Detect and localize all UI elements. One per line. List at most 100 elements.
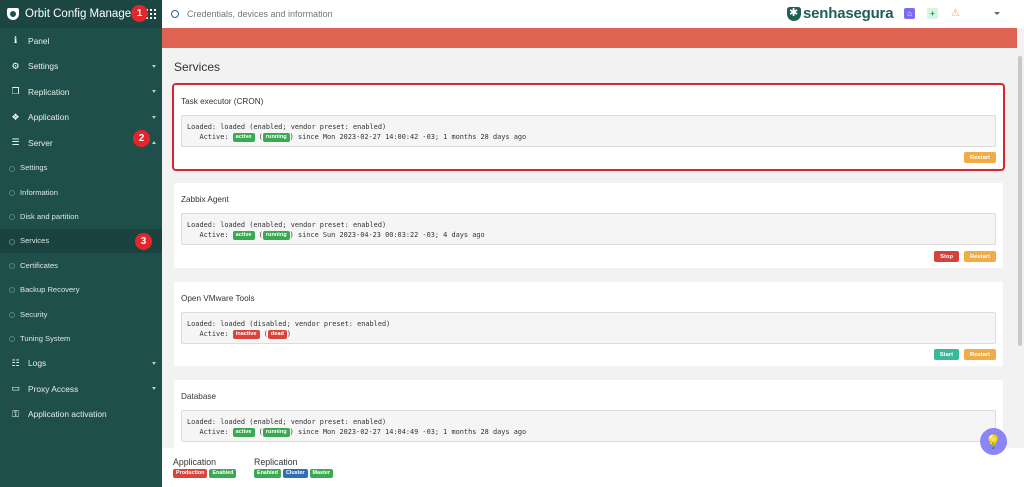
sidebar-item-logs[interactable]: ☷ Logs (0, 351, 162, 377)
brand-name: senhasegura (803, 5, 894, 22)
sidebar-subitem-label: Information (20, 187, 58, 197)
sidebar-nav-bottom: ☷ Logs ▭ Proxy Access ⚿ Application acti… (0, 351, 162, 428)
service-name: Open VMware Tools (181, 294, 255, 303)
sidebar-subitem-settings[interactable]: Settings (0, 156, 162, 180)
app-window: Orbit Config Manager ℹ Panel ⚙ Settings … (0, 0, 1024, 487)
chevron-down-icon (152, 387, 156, 391)
sidebar-subitem-label: Security (20, 309, 48, 319)
service-card: Database Loaded: loaded (enabled; vendor… (174, 380, 1003, 452)
plus-icon[interactable]: + (927, 8, 938, 19)
service-card: Open VMware Tools Loaded: loaded (disabl… (174, 282, 1003, 366)
start-button[interactable]: Start (933, 349, 960, 360)
since-text: since Sun 2023-04-23 00:03:22 -03; 4 day… (293, 231, 485, 239)
restart-button[interactable]: Restart (964, 251, 996, 262)
sidebar-item-application-activation[interactable]: ⚿ Application activation (0, 402, 162, 428)
state-badge: active (232, 428, 255, 437)
sidebar-item-label: Application activation (28, 409, 107, 420)
sidebar-subitem-label: Settings (20, 163, 48, 173)
active-label: Active: (199, 330, 233, 338)
sidebar-item-settings[interactable]: ⚙ Settings (0, 54, 162, 80)
cogs-icon: ⚙ (11, 60, 20, 71)
status-badge: Enabled (209, 469, 237, 478)
footer-replication-group: Replication Enabled Cluster Master (254, 457, 333, 478)
restart-button[interactable]: Restart (964, 349, 996, 360)
state-badge: active (232, 231, 255, 240)
footer-application-group: Application Production Enabled (173, 457, 237, 478)
service-actions: Start Restart (933, 349, 996, 360)
user-menu-chevron-icon[interactable] (994, 12, 1000, 15)
state-badge: active (232, 133, 255, 142)
annotation-badge-2: 2 (133, 130, 150, 147)
service-actions: Restart (964, 152, 996, 163)
sidebar-subitem-disk-partition[interactable]: Disk and partition (0, 204, 162, 228)
chevron-down-icon (152, 361, 156, 365)
status-badge: Cluster (282, 469, 308, 478)
warning-icon[interactable]: ⚠ (950, 8, 961, 19)
since-text: since Mon 2023-02-27 14:04:49 -03; 1 mon… (293, 428, 527, 436)
sidebar-item-application[interactable]: ❖ Application (0, 105, 162, 131)
main-content: Services Task executor (CRON) Loaded: lo… (162, 28, 1024, 487)
service-actions: Stop Restart (934, 251, 996, 262)
service-status-console: Loaded: loaded (disabled; vendor preset:… (181, 312, 996, 344)
server-icon: ☰ (11, 137, 20, 148)
footer-application-label: Application (173, 457, 217, 467)
loaded-line: Loaded: loaded (enabled; vendor preset: … (187, 221, 387, 229)
footer-replication-tags: Enabled Cluster Master (254, 469, 333, 478)
status-badge: Master (309, 469, 333, 478)
sidebar-item-proxy-access[interactable]: ▭ Proxy Access (0, 376, 162, 402)
status-badge: Production (173, 469, 208, 478)
lightbulb-help-icon[interactable]: 💡 (980, 428, 1007, 455)
logo-icon (7, 8, 19, 20)
brand-icon (787, 6, 801, 21)
service-status-console: Loaded: loaded (enabled; vendor preset: … (181, 115, 996, 147)
sidebar-item-label: Application (28, 112, 69, 123)
sidebar: Orbit Config Manager ℹ Panel ⚙ Settings … (0, 0, 162, 487)
sidebar-item-label: Logs (28, 358, 47, 369)
service-name: Zabbix Agent (181, 195, 229, 204)
list-icon: ☷ (11, 357, 20, 368)
home-icon[interactable]: ⌂ (904, 8, 915, 19)
sidebar-subitem-tuning-system[interactable]: Tuning System (0, 326, 162, 350)
page-title: Services (174, 60, 221, 74)
status-badge: Enabled (254, 469, 281, 478)
loaded-line: Loaded: loaded (enabled; vendor preset: … (187, 123, 387, 131)
active-label: Active: (199, 428, 233, 436)
sidebar-item-label: Proxy Access (28, 383, 79, 394)
substate-badge: running (262, 231, 290, 240)
chevron-down-icon (152, 90, 156, 93)
sidebar-item-panel[interactable]: ℹ Panel (0, 28, 162, 54)
sidebar-subitem-certificates[interactable]: Certificates (0, 253, 162, 277)
alert-bar (162, 28, 1017, 48)
top-icons: ⌂ + ⚠ (904, 8, 961, 19)
sidebar-item-replication[interactable]: ❐ Replication (0, 79, 162, 105)
footer-application-tags: Production Enabled (173, 469, 237, 478)
scrollbar-thumb[interactable] (1018, 56, 1022, 346)
stop-button[interactable]: Stop (934, 251, 960, 262)
loaded-line: Loaded: loaded (disabled; vendor preset:… (187, 320, 391, 328)
search-icon (171, 10, 179, 18)
sidebar-item-label: Server (28, 137, 53, 148)
chevron-down-icon (152, 64, 156, 68)
app-title: Orbit Config Manager (25, 8, 135, 20)
service-card: Zabbix Agent Loaded: loaded (enabled; ve… (174, 183, 1003, 268)
monitor-icon: ▭ (11, 383, 20, 394)
search-input[interactable] (187, 9, 517, 19)
chevron-up-icon (152, 141, 156, 144)
restart-button[interactable]: Restart (964, 152, 996, 163)
sidebar-subitem-label: Certificates (20, 260, 58, 270)
service-status-console: Loaded: loaded (enabled; vendor preset: … (181, 410, 996, 442)
service-name: Task executor (CRON) (181, 97, 264, 106)
footer-replication-label: Replication (254, 457, 298, 467)
sidebar-subitem-information[interactable]: Information (0, 180, 162, 204)
sidebar-item-label: Settings (28, 61, 59, 72)
brand-logo: senhasegura (787, 5, 894, 22)
sidebar-subitem-label: Tuning System (20, 333, 71, 343)
annotation-badge-1: 1 (131, 5, 148, 22)
state-badge: inactive (232, 330, 260, 339)
sidebar-subitem-backup-recovery[interactable]: Backup Recovery (0, 277, 162, 301)
substate-badge: running (262, 133, 290, 142)
sidebar-subitem-label: Disk and partition (20, 211, 79, 221)
loaded-line: Loaded: loaded (enabled; vendor preset: … (187, 418, 387, 426)
service-card: Task executor (CRON) Loaded: loaded (ena… (172, 83, 1005, 171)
sidebar-subitem-security[interactable]: Security (0, 302, 162, 326)
